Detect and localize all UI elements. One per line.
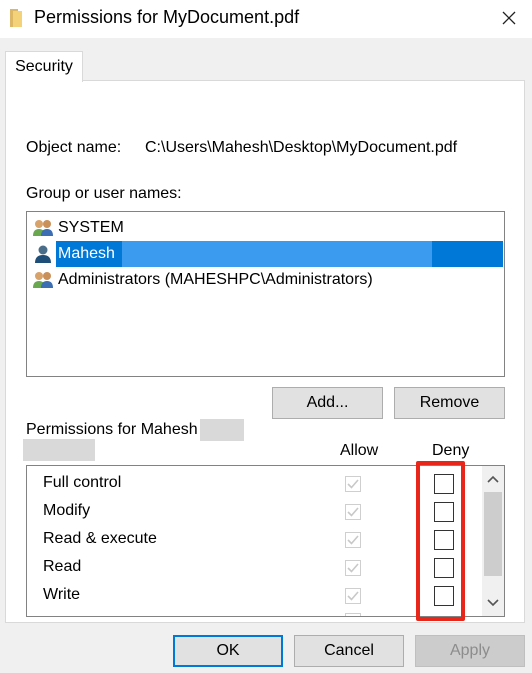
apply-button[interactable]: Apply <box>415 635 525 667</box>
permission-row-read-execute: Read & execute <box>27 526 477 554</box>
permission-row-partial <box>27 610 477 616</box>
allow-checkbox[interactable] <box>345 588 361 604</box>
allow-checkbox[interactable] <box>345 532 361 548</box>
cancel-button[interactable]: Cancel <box>294 635 404 667</box>
permission-name: Modify <box>43 502 91 519</box>
permissions-scrollbar[interactable] <box>482 466 504 616</box>
permission-name: Write <box>43 586 81 603</box>
deny-column-highlight <box>416 461 465 621</box>
tab-security[interactable]: Security <box>5 51 83 82</box>
permission-row-write: Write <box>27 582 477 610</box>
group-icon <box>33 220 53 236</box>
scroll-up-button[interactable] <box>482 468 504 490</box>
scroll-down-button[interactable] <box>482 592 504 614</box>
group-user-label: Group or user names: <box>26 185 182 202</box>
ok-button[interactable]: OK <box>173 635 283 667</box>
allow-checkbox[interactable] <box>345 504 361 520</box>
close-button[interactable] <box>486 0 532 36</box>
user-list-item-administrators[interactable]: Administrators (MAHESHPC\Administrators) <box>28 267 503 293</box>
redacted-area <box>122 241 432 267</box>
allow-column-header: Allow <box>340 442 379 459</box>
dialog-client: Security Object name: C:\Users\Mahesh\De… <box>0 38 532 673</box>
title-bar: Permissions for MyDocument.pdf <box>0 0 532 38</box>
user-name: Administrators (MAHESHPC\Administrators) <box>58 271 373 288</box>
chevron-down-icon <box>487 599 499 607</box>
permission-name: Read & execute <box>43 530 157 547</box>
folder-icon <box>10 9 22 27</box>
redacted-area <box>23 439 95 461</box>
window-title: Permissions for MyDocument.pdf <box>34 7 300 27</box>
group-icon <box>33 272 53 288</box>
user-list-item-system[interactable]: SYSTEM <box>28 215 503 241</box>
user-list-item-mahesh[interactable]: Mahesh <box>28 241 503 267</box>
permission-row-modify: Modify <box>27 498 477 526</box>
security-panel: Object name: C:\Users\Mahesh\Desktop\MyD… <box>5 80 525 623</box>
permission-row-full-control: Full control <box>27 470 477 498</box>
permissions-label: Permissions for Mahesh <box>26 421 198 438</box>
scroll-thumb[interactable] <box>484 492 502 576</box>
user-list[interactable]: SYSTEM Mahesh Administrators (MAHESHPC\A… <box>26 211 505 377</box>
tab-security-label: Security <box>15 58 73 75</box>
deny-column-header: Deny <box>432 442 470 459</box>
permission-name: Read <box>43 558 82 575</box>
redacted-area <box>200 419 244 441</box>
allow-checkbox[interactable] <box>345 560 361 576</box>
allow-checkbox[interactable] <box>345 476 361 492</box>
object-name-value: C:\Users\Mahesh\Desktop\MyDocument.pdf <box>145 139 458 156</box>
permission-name: Full control <box>43 474 122 491</box>
chevron-up-icon <box>487 475 499 483</box>
user-name: SYSTEM <box>58 219 124 236</box>
allow-checkbox[interactable] <box>345 613 361 616</box>
object-name-label: Object name: <box>26 139 122 156</box>
add-button[interactable]: Add... <box>272 387 383 419</box>
close-icon <box>502 11 516 25</box>
remove-button[interactable]: Remove <box>394 387 505 419</box>
user-icon <box>35 245 51 263</box>
user-name: Mahesh <box>58 241 117 267</box>
permission-row-read: Read <box>27 554 477 582</box>
